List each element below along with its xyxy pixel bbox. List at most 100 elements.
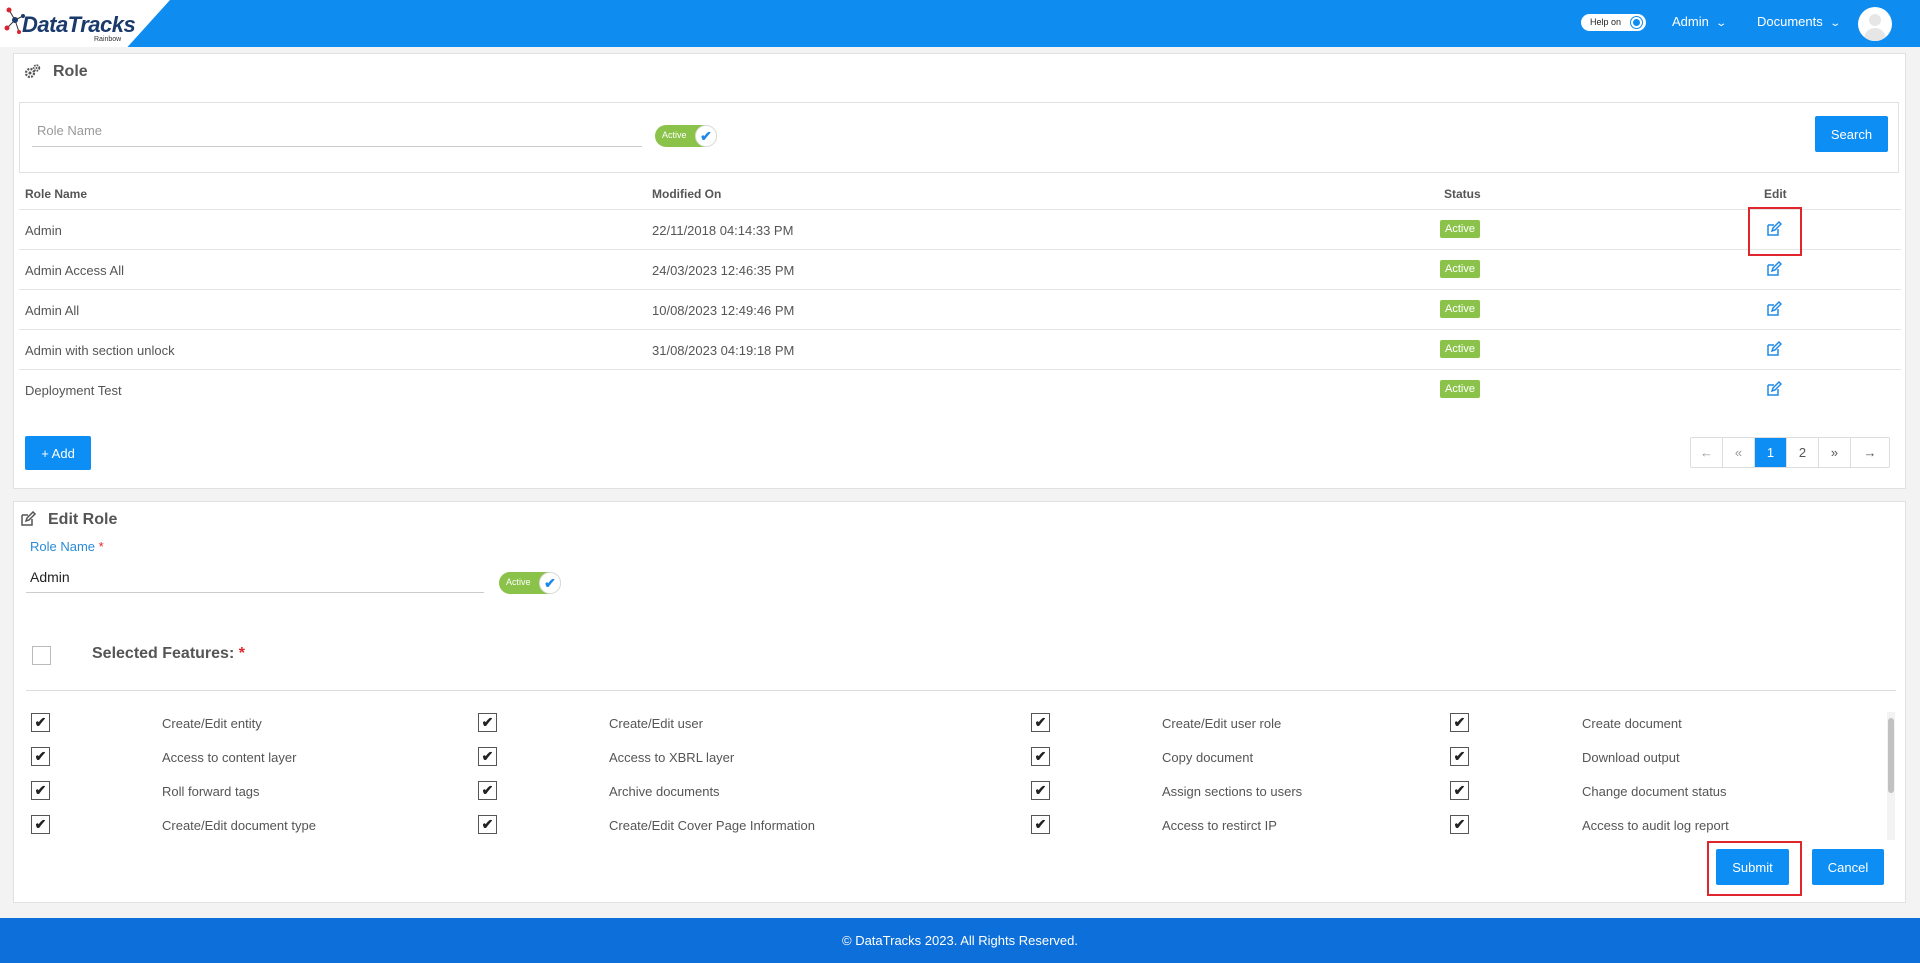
edit-icon[interactable] [1766,301,1782,317]
edit-icon[interactable] [1766,341,1782,357]
table-row: Admin All 10/08/2023 12:49:46 PM Active [19,289,1901,329]
table-row: Admin with section unlock 31/08/2023 04:… [19,329,1901,369]
feature-checkbox[interactable]: ✔ [1450,747,1469,766]
feature-checkbox[interactable]: ✔ [1031,713,1050,732]
edit-icon[interactable] [1766,381,1782,397]
status-badge: Active [1440,300,1480,318]
column-header-role-name[interactable]: Role Name [25,187,87,201]
help-toggle[interactable]: Help on [1581,14,1646,31]
submit-highlight-box [1707,841,1802,896]
feature-checkbox[interactable]: ✔ [478,781,497,800]
feature-label: Change document status [1582,784,1727,799]
feature-label: Create/Edit user [609,716,703,731]
feature-checkbox[interactable]: ✔ [1031,781,1050,800]
feature-label: Access to restirct IP [1162,818,1277,833]
role-name-cell: Deployment Test [25,383,122,398]
feature-label: Access to content layer [162,750,297,765]
documents-menu[interactable]: Documents ⌄ [1757,14,1841,29]
footer: © DataTracks 2023. All Rights Reserved. [0,918,1920,963]
role-active-toggle[interactable]: Active ✔ [499,572,561,594]
feature-checkbox[interactable]: ✔ [31,815,50,834]
check-icon: ✔ [539,572,561,594]
status-badge: Active [1440,380,1480,398]
page-2-button[interactable]: 2 [1787,438,1819,467]
role-name-input[interactable] [26,562,484,593]
column-header-modified-on[interactable]: Modified On [652,187,721,201]
status-badge: Active [1440,260,1480,278]
logo-text: DataTracks [22,12,136,37]
feature-label: Create/Edit entity [162,716,262,731]
status-badge: Active [1440,340,1480,358]
feature-checkbox[interactable]: ✔ [478,713,497,732]
edit-highlight-box [1748,207,1802,256]
feature-checkbox[interactable]: ✔ [1450,713,1469,732]
table-row: Admin 22/11/2018 04:14:33 PM Active [19,209,1901,249]
logo-subtext: Rainbow [94,36,122,43]
feature-checkbox[interactable]: ✔ [1031,815,1050,834]
feature-checkbox[interactable]: ✔ [1450,815,1469,834]
feature-checkbox[interactable]: ✔ [478,815,497,834]
feature-label: Create/Edit user role [1162,716,1282,731]
logo[interactable]: DataTracks Rainbow [0,0,170,47]
status-active-toggle[interactable]: Active ✔ [655,125,717,147]
required-marker: * [238,645,245,662]
status-badge: Active [1440,220,1480,238]
check-icon: ✔ [695,125,717,147]
page-1-button[interactable]: 1 [1755,438,1787,467]
feature-checkbox[interactable]: ✔ [31,781,50,800]
first-page-button[interactable]: ← [1691,438,1723,467]
modified-on-cell: 22/11/2018 04:14:33 PM [652,223,794,238]
feature-label: Roll forward tags [162,784,260,799]
top-header: DataTracks Rainbow Help on Admin ⌄ Docume… [0,0,1920,47]
chevron-down-icon: ⌄ [1829,18,1841,29]
feature-label: Assign sections to users [1162,784,1303,799]
admin-menu-label: Admin [1672,14,1709,29]
role-name-search-input[interactable] [32,115,642,147]
role-name-cell: Admin [25,223,62,238]
add-role-button[interactable]: + Add [25,436,91,470]
pagination: ← « 1 2 » → [1690,437,1890,468]
feature-checkbox[interactable]: ✔ [1450,781,1469,800]
copyright-text: © DataTracks 2023. All Rights Reserved. [842,933,1078,948]
scrollbar-thumb[interactable] [1888,718,1894,793]
avatar-body [1864,28,1886,41]
documents-menu-label: Documents [1757,14,1823,29]
admin-menu[interactable]: Admin ⌄ [1672,14,1727,29]
modified-on-cell: 31/08/2023 04:19:18 PM [652,343,795,358]
feature-label: Archive documents [609,784,720,799]
active-toggle-label: Active [662,130,687,140]
prev-page-button[interactable]: « [1723,438,1755,467]
gears-icon [24,64,41,79]
selected-features-heading: Selected Features: * [92,645,245,663]
search-button[interactable]: Search [1815,116,1888,152]
role-panel-title: Role [53,63,88,80]
feature-label: Create document [1582,716,1682,731]
feature-label: Access to XBRL layer [609,750,735,765]
help-toggle-knob [1631,17,1642,28]
feature-label: Create/Edit document type [162,818,316,833]
feature-checkbox[interactable]: ✔ [478,747,497,766]
feature-label: Create/Edit Cover Page Information [609,818,815,833]
role-name-cell: Admin Access All [25,263,124,278]
select-all-features-checkbox[interactable] [32,646,51,665]
features-scrollbar[interactable] [1887,712,1895,840]
edit-icon [21,511,37,526]
role-name-cell: Admin All [25,303,80,318]
required-marker: * [98,539,104,554]
chevron-down-icon: ⌄ [1715,18,1727,29]
next-page-button[interactable]: » [1819,438,1851,467]
cancel-button[interactable]: Cancel [1812,849,1884,885]
feature-checkbox[interactable]: ✔ [1031,747,1050,766]
last-page-button[interactable]: → [1851,438,1889,467]
edit-icon[interactable] [1766,261,1782,277]
column-header-status[interactable]: Status [1444,187,1481,201]
divider [26,690,1896,691]
role-name-label-text: Role Name [30,539,96,554]
column-header-edit: Edit [1764,187,1787,201]
avatar-head [1869,14,1881,26]
feature-checkbox[interactable]: ✔ [31,747,50,766]
table-row: Deployment Test Active [19,369,1901,409]
user-avatar[interactable] [1858,7,1892,41]
feature-checkbox[interactable]: ✔ [31,713,50,732]
active-toggle-label: Active [506,577,531,587]
